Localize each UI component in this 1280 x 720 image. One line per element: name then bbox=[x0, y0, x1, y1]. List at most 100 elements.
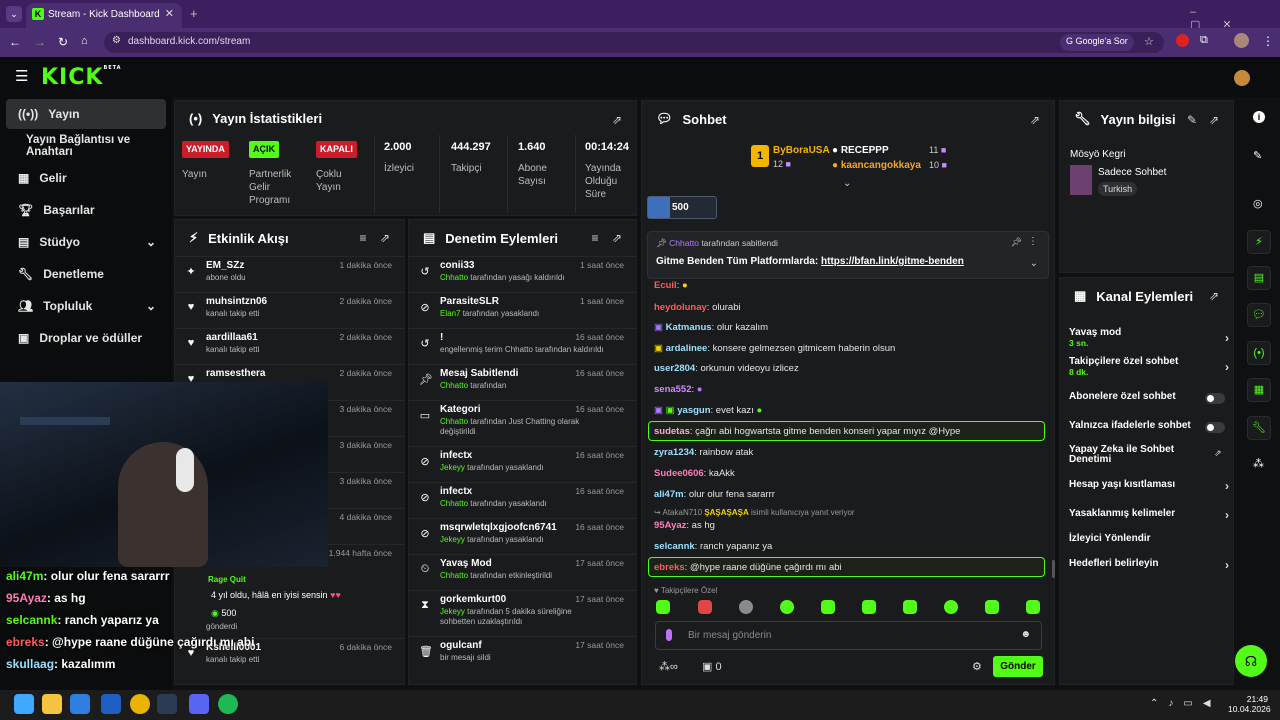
subscribers-only-toggle[interactable] bbox=[1205, 393, 1225, 404]
external-link-icon[interactable]: ⇗ bbox=[1214, 448, 1222, 459]
bookmark-star-icon[interactable]: ☆ bbox=[1144, 35, 1154, 48]
send-button[interactable]: Gönder bbox=[993, 656, 1043, 677]
channel-actions-icon[interactable]: ▦ bbox=[1247, 378, 1271, 402]
tab-close-icon[interactable]: ✕ bbox=[165, 7, 174, 20]
pinned-link[interactable]: https://bfan.link/gitme-benden bbox=[821, 256, 964, 267]
outlook-icon[interactable] bbox=[101, 694, 121, 714]
sidebar-item-topluluk[interactable]: 👥︎ Topluluk ⌄ bbox=[6, 291, 166, 321]
new-tab-icon[interactable]: + bbox=[190, 6, 198, 21]
edit-icon[interactable]: ✎ bbox=[1253, 149, 1262, 162]
action-emotes-only[interactable]: Yalnızca ifadelerle sohbet bbox=[1069, 420, 1229, 433]
edit-icon[interactable]: ✎ bbox=[1185, 113, 1199, 127]
emoji-icon[interactable]: ☻ bbox=[1020, 629, 1031, 640]
ban-icon: ⊘ bbox=[420, 528, 430, 540]
chat-input[interactable]: Bir mesaj gönderin ☻ bbox=[655, 621, 1042, 650]
sidebar-item-droplar[interactable]: ▣ Droplar ve ödüller bbox=[6, 323, 166, 353]
broadcast-icon[interactable]: (•) bbox=[1247, 341, 1271, 365]
sidebar-item-gelir[interactable]: ▦ Gelir bbox=[6, 163, 166, 193]
spotify-icon[interactable] bbox=[218, 694, 238, 714]
action-set-goals[interactable]: Hedefleri belirleyin › bbox=[1069, 558, 1229, 572]
google-ask-button[interactable]: G Google'a Sor bbox=[1060, 34, 1134, 51]
extensions-puzzle-icon[interactable]: ⧉ bbox=[1200, 34, 1208, 47]
emote-icon[interactable] bbox=[903, 600, 917, 614]
chrome-icon[interactable] bbox=[130, 694, 150, 714]
emote-icon[interactable] bbox=[821, 600, 835, 614]
connections-icon[interactable]: ⁂∞ bbox=[659, 660, 678, 673]
action-subscribers-only[interactable]: Abonelere özel sohbet bbox=[1069, 391, 1229, 404]
emote-icon[interactable] bbox=[1026, 600, 1040, 614]
home-icon[interactable]: ⌂ bbox=[81, 35, 88, 47]
browser-tab[interactable]: K Stream - Kick Dashboard ✕ bbox=[26, 3, 182, 28]
target-icon[interactable]: ◎ bbox=[1253, 197, 1263, 210]
sidebar-item-yayin[interactable]: ((•)) Yayın bbox=[6, 99, 166, 129]
expand-icon[interactable]: ⌄ bbox=[843, 178, 851, 189]
file-explorer-icon[interactable] bbox=[42, 694, 62, 714]
language-tag: Turkish bbox=[1098, 182, 1138, 196]
filter-icon[interactable]: ≡ bbox=[588, 231, 602, 245]
popout-icon[interactable]: ⇗ bbox=[610, 113, 624, 127]
tab-search-icon[interactable]: ⌄ bbox=[6, 6, 22, 22]
info-icon[interactable]: i bbox=[1253, 111, 1265, 123]
mic-icon[interactable] bbox=[666, 629, 672, 641]
action-followers-only[interactable]: Takipçilere özel sohbet 8 dk. › bbox=[1069, 356, 1229, 377]
divider bbox=[374, 135, 375, 213]
collapse-icon[interactable]: ⌄ bbox=[1030, 258, 1038, 269]
slow-mode-icon: ⏲︎ bbox=[420, 563, 430, 575]
steam-icon[interactable] bbox=[157, 694, 177, 714]
leader-name: ByBoraUSA bbox=[773, 145, 830, 156]
emotes-only-toggle[interactable] bbox=[1205, 422, 1225, 433]
emote-icon[interactable] bbox=[985, 600, 999, 614]
action-slow-mode[interactable]: Yavaş mod 3 sn. › bbox=[1069, 327, 1229, 348]
settings-gear-icon[interactable]: ⚙ bbox=[972, 660, 982, 673]
forward-icon[interactable]: → bbox=[34, 35, 46, 49]
back-icon[interactable]: ← bbox=[9, 35, 21, 49]
panel-title: Kanal Eylemleri bbox=[1096, 288, 1194, 304]
system-tray-icons[interactable]: ⌃♪▭◀ bbox=[1150, 698, 1221, 709]
profile-avatar[interactable] bbox=[1234, 33, 1249, 48]
emote-icon[interactable] bbox=[780, 600, 794, 614]
action-raid[interactable]: İzleyici Yönlendir bbox=[1069, 533, 1229, 544]
hamburger-menu-icon[interactable]: ☰ bbox=[15, 69, 28, 84]
sidebar-item-stream-key[interactable]: Yayın Bağlantısı ve Anahtarı bbox=[14, 131, 174, 161]
document-icon[interactable]: ▤ bbox=[1247, 266, 1271, 290]
extension-icon[interactable] bbox=[1176, 34, 1189, 47]
points-icon[interactable]: ▣ 0 bbox=[702, 660, 722, 673]
help-support-icon[interactable]: ☊ bbox=[1235, 645, 1267, 677]
emote-icon[interactable] bbox=[739, 600, 753, 614]
emote-icon[interactable] bbox=[862, 600, 876, 614]
popout-icon[interactable]: ⇗ bbox=[1028, 113, 1042, 127]
store-icon[interactable] bbox=[70, 694, 90, 714]
popout-icon[interactable]: ⇗ bbox=[1207, 113, 1221, 127]
sidebar-item-studyo[interactable]: ▤ Stüdyo ⌄ bbox=[6, 227, 166, 257]
sidebar-item-basarilar[interactable]: 🏆︎ Başarılar bbox=[6, 195, 166, 225]
popout-icon[interactable]: ⇗ bbox=[1207, 289, 1221, 303]
user-avatar[interactable] bbox=[1234, 70, 1250, 86]
emote-icon[interactable] bbox=[656, 600, 670, 614]
headphones bbox=[176, 448, 194, 492]
clock[interactable]: 21:49 10.04.2026 bbox=[1228, 694, 1271, 714]
popout-icon[interactable]: ⇗ bbox=[610, 231, 624, 245]
unpin-icon[interactable]: 📌︎ bbox=[1011, 237, 1022, 248]
filter-icon[interactable]: ≡ bbox=[356, 231, 370, 245]
connections-icon[interactable]: ⁂ bbox=[1253, 457, 1264, 470]
lightning-icon[interactable]: ⚡︎ bbox=[1247, 230, 1271, 254]
kick-logo[interactable]: KICKBETA bbox=[41, 65, 122, 90]
windows-start-icon[interactable] bbox=[14, 694, 34, 714]
action-account-age[interactable]: Hesap yaşı kısıtlaması › bbox=[1069, 479, 1229, 493]
action-banned-words[interactable]: Yasaklanmış kelimeler › bbox=[1069, 508, 1229, 522]
discord-icon[interactable] bbox=[189, 694, 209, 714]
reload-icon[interactable]: ↻ bbox=[58, 35, 68, 49]
goal-card[interactable]: 500 bbox=[647, 196, 717, 219]
sidebar-item-denetleme[interactable]: 🔧︎ Denetleme bbox=[6, 259, 166, 289]
address-bar[interactable]: ⚙ dashboard.kick.com/stream G Google'a S… bbox=[104, 32, 1164, 53]
emote-icon[interactable] bbox=[698, 600, 712, 614]
chat-icon[interactable]: 💬︎ bbox=[1247, 303, 1271, 327]
browser-menu-icon[interactable]: ⋮ bbox=[1262, 34, 1274, 48]
chat-scrollbar[interactable] bbox=[1052, 560, 1055, 578]
popout-icon[interactable]: ⇗ bbox=[378, 231, 392, 245]
emote-icon[interactable] bbox=[944, 600, 958, 614]
wrench-icon[interactable]: 🔧︎ bbox=[1247, 416, 1271, 440]
site-info-icon[interactable]: ⚙ bbox=[112, 35, 121, 46]
more-icon[interactable]: ⋮ bbox=[1028, 236, 1038, 247]
action-ai-moderation[interactable]: Yapay Zeka ile Sohbet Denetimi bbox=[1069, 445, 1199, 465]
